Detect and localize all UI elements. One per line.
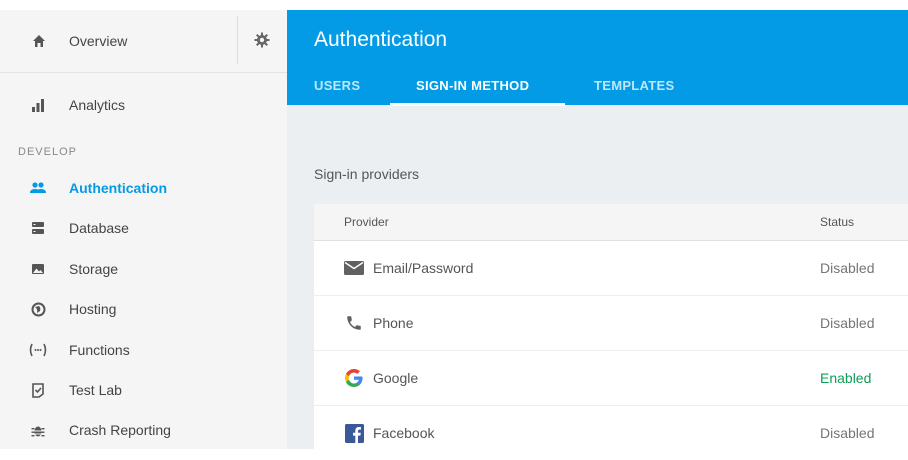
status-label: Enabled — [820, 370, 872, 386]
overview-divider — [237, 16, 238, 64]
tab-indicator — [390, 103, 565, 106]
app-header: Authentication USERS SIGN-IN METHOD TEMP… — [287, 10, 908, 106]
sidebar-item-label: Storage — [69, 261, 119, 277]
table-row-email-password[interactable]: Email/Password Disabled — [314, 241, 908, 296]
bug-icon — [30, 422, 46, 438]
column-header-provider: Provider — [344, 215, 389, 229]
section-title: Sign-in providers — [314, 166, 420, 182]
status-label: Disabled — [820, 260, 875, 276]
tab-templates[interactable]: TEMPLATES — [594, 78, 674, 93]
database-icon — [30, 220, 46, 236]
provider-name: Google — [373, 370, 419, 386]
people-icon — [30, 180, 46, 196]
sidebar-item-label: Authentication — [69, 180, 167, 196]
test-lab-icon — [30, 382, 46, 398]
google-icon — [344, 368, 364, 388]
status-label: Disabled — [820, 315, 875, 331]
table-row-facebook[interactable]: Facebook Disabled — [314, 406, 908, 460]
provider-name: Email/Password — [373, 260, 474, 276]
status-label: Disabled — [820, 425, 875, 441]
section-label-develop: DEVELOP — [18, 146, 77, 158]
globe-icon — [30, 301, 46, 317]
sidebar-item-label: Crash Reporting — [69, 422, 171, 438]
functions-icon — [27, 342, 49, 358]
phone-icon — [344, 313, 364, 333]
email-icon — [344, 258, 364, 278]
image-icon — [30, 261, 46, 277]
table-row-phone[interactable]: Phone Disabled — [314, 296, 908, 351]
sidebar-item-label: Database — [69, 220, 129, 236]
top-strip — [0, 0, 908, 10]
provider-name: Phone — [373, 315, 414, 331]
providers-table: Provider Status Email/Password Disabled … — [314, 204, 908, 449]
sidebar: Overview Analytics DEVELOP Authenticatio… — [0, 10, 287, 449]
bar-chart-icon — [30, 97, 46, 113]
tab-users[interactable]: USERS — [314, 78, 360, 93]
provider-name: Facebook — [373, 425, 435, 441]
main-content: Authentication USERS SIGN-IN METHOD TEMP… — [287, 10, 908, 449]
column-header-status: Status — [820, 215, 855, 229]
table-header: Provider Status — [314, 204, 908, 241]
sidebar-item-label: Analytics — [69, 97, 126, 113]
sidebar-item-label: Functions — [69, 342, 130, 358]
overview-row[interactable]: Overview — [0, 10, 287, 73]
sidebar-item-label: Hosting — [69, 301, 117, 317]
table-row-google[interactable]: Google Enabled — [314, 351, 908, 406]
page-title: Authentication — [314, 28, 448, 51]
tab-sign-in-method[interactable]: SIGN-IN METHOD — [416, 78, 529, 93]
sidebar-item-label: Test Lab — [69, 382, 122, 398]
facebook-icon — [344, 423, 364, 443]
home-icon — [31, 33, 47, 49]
overview-link[interactable]: Overview — [69, 33, 127, 49]
gear-icon[interactable] — [254, 32, 270, 48]
